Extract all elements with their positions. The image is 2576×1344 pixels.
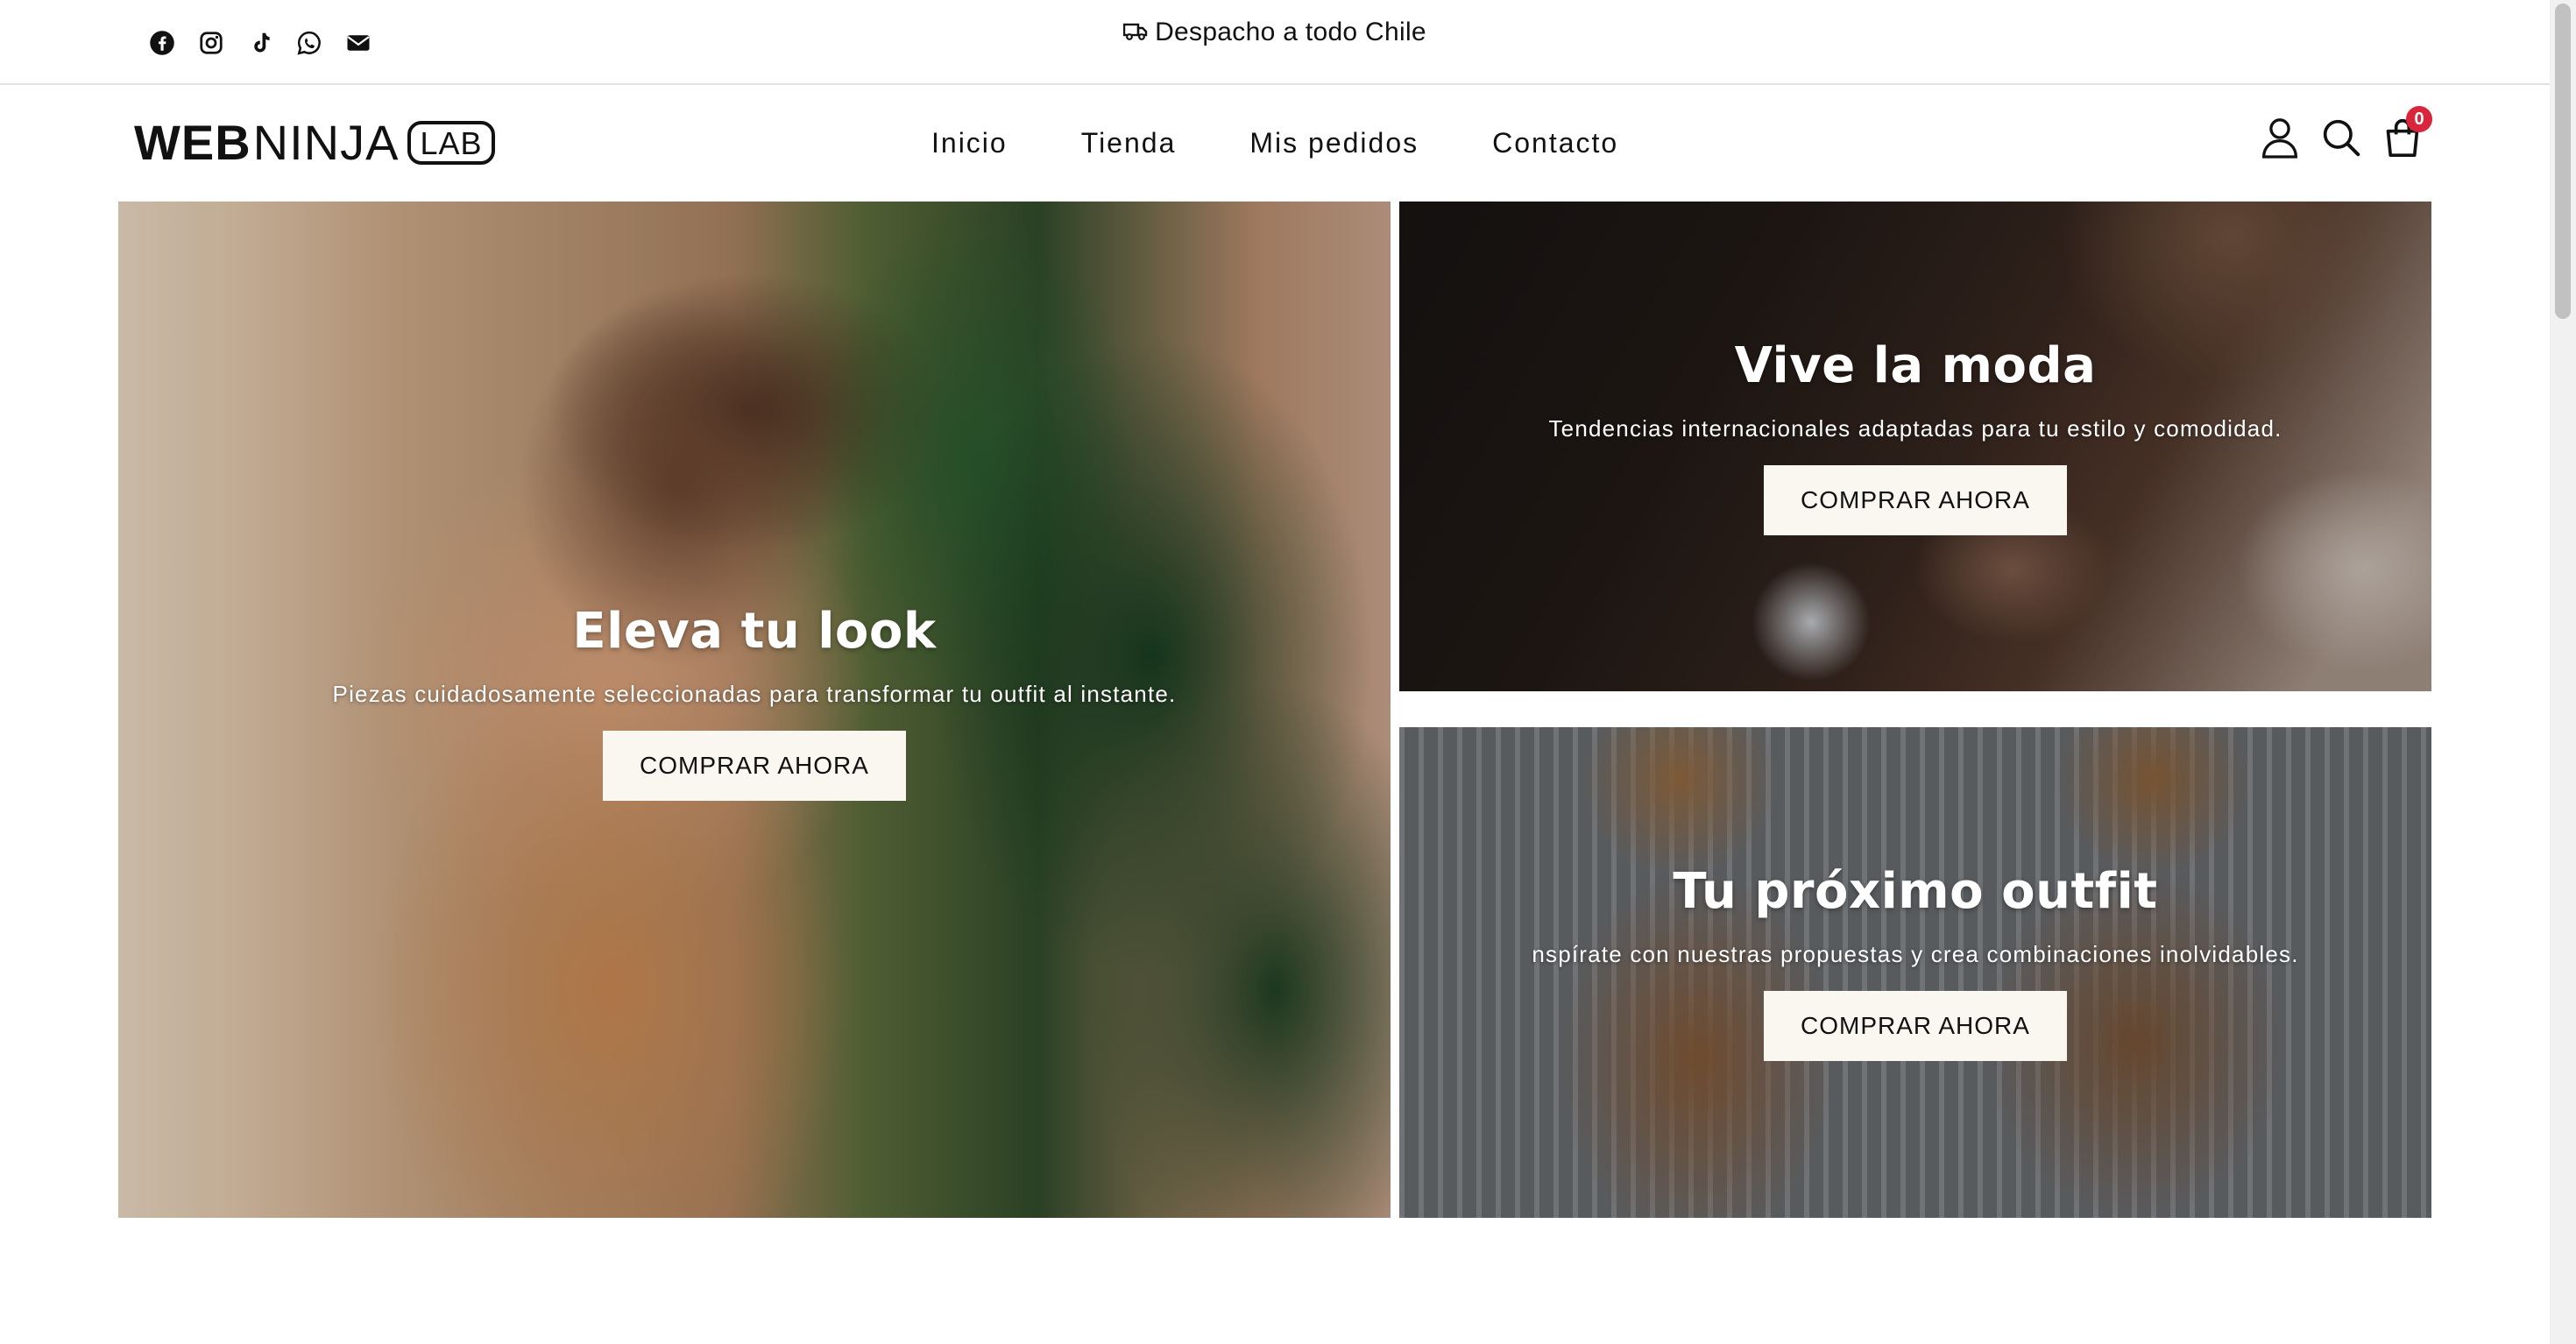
- shipping-text: Despacho a todo Chile: [1155, 18, 1426, 46]
- nav-item-mis-pedidos[interactable]: Mis pedidos: [1249, 127, 1419, 159]
- banner-content: Vive la moda Tendencias internacionales …: [1399, 337, 2431, 535]
- site-logo[interactable]: WEB NINJA LAB: [134, 118, 495, 167]
- shop-now-button[interactable]: COMPRAR AHORA: [1764, 465, 2067, 535]
- logo-part-web: WEB: [134, 115, 251, 170]
- banner-title: Eleva tu look: [572, 603, 937, 660]
- nav-item-tienda[interactable]: Tienda: [1081, 127, 1177, 159]
- logo-part-lab: LAB: [407, 121, 495, 165]
- account-icon[interactable]: [2261, 115, 2299, 160]
- header-actions: 0: [2261, 106, 2432, 160]
- banner-title: Tu próximo outfit: [1673, 863, 2158, 920]
- cart-icon[interactable]: 0: [2383, 106, 2432, 160]
- logo-part-ninja: NINJA: [252, 115, 400, 170]
- top-announcement-bar: Despacho a todo Chile: [0, 0, 2550, 85]
- promo-banner-proximo-outfit[interactable]: Tu próximo outfit nspírate con nuestras …: [1399, 727, 2431, 1218]
- banner-content: Tu próximo outfit nspírate con nuestras …: [1399, 863, 2431, 1061]
- site-header: WEB NINJA LAB Inicio Tienda Mis pedidos Co…: [0, 85, 2550, 201]
- shop-now-button[interactable]: COMPRAR AHORA: [603, 731, 906, 801]
- search-icon[interactable]: [2322, 115, 2360, 160]
- nav-item-inicio[interactable]: Inicio: [931, 127, 1008, 159]
- scrollbar-thumb[interactable]: [2555, 4, 2571, 319]
- truck-icon: [1122, 18, 1148, 48]
- nav-item-contacto[interactable]: Contacto: [1492, 127, 1618, 159]
- banner-subtitle: Tendencias internacionales adaptadas par…: [1548, 415, 2282, 442]
- banner-content: Eleva tu look Piezas cuidadosamente sele…: [118, 603, 1391, 801]
- banner-subtitle: Piezas cuidadosamente seleccionadas para…: [332, 681, 1177, 707]
- page-scrollbar[interactable]: [2550, 0, 2576, 1344]
- shipping-notice: Despacho a todo Chile: [0, 18, 2550, 48]
- promo-banner-vive-la-moda[interactable]: Vive la moda Tendencias internacionales …: [1399, 202, 2431, 691]
- main-nav: Inicio Tienda Mis pedidos Contacto: [931, 127, 1618, 159]
- banner-subtitle: nspírate con nuestras propuestas y crea …: [1532, 941, 2299, 967]
- shop-now-button[interactable]: COMPRAR AHORA: [1764, 991, 2067, 1061]
- hero-banner-eleva[interactable]: Eleva tu look Piezas cuidadosamente sele…: [118, 202, 1391, 1218]
- cart-count-badge: 0: [2406, 106, 2432, 132]
- banner-title: Vive la moda: [1734, 337, 2097, 394]
